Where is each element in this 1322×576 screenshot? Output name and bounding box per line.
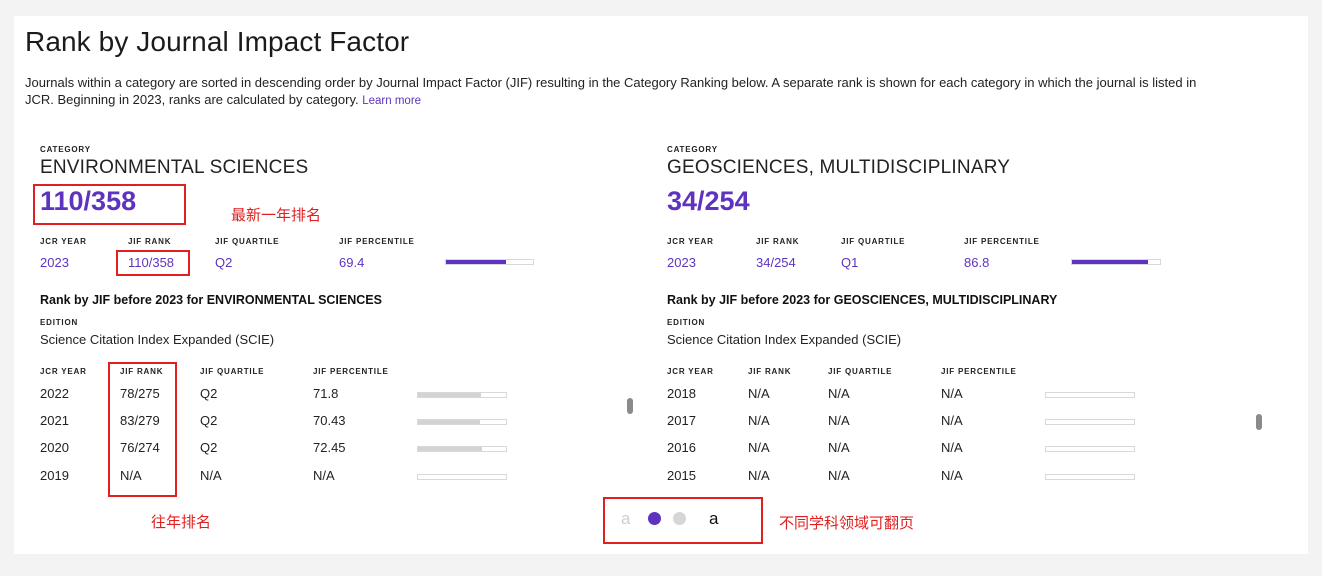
annotation-past-rank: 往年排名 <box>151 514 212 531</box>
category-name: ENVIRONMENTAL SCIENCES <box>40 157 309 178</box>
learn-more-link[interactable]: Learn more <box>362 95 421 107</box>
header-jif-quartile: JIF QUARTILE <box>828 367 893 376</box>
header-jif-percentile: JIF PERCENTILE <box>313 367 389 376</box>
history-percentile-fill <box>418 393 482 397</box>
category-label: CATEGORY <box>40 145 91 154</box>
history-cell-quartile: N/A <box>828 386 850 401</box>
history-percentile-bar <box>1045 392 1135 398</box>
header-jif-rank: JIF RANK <box>128 237 172 246</box>
history-cell-quartile: N/A <box>200 468 222 483</box>
current-percentile: 86.8 <box>964 255 990 270</box>
history-cell-year: 2018 <box>667 386 696 401</box>
page-description: Journals within a category are sorted in… <box>25 75 1197 107</box>
history-percentile-bar <box>1045 419 1135 425</box>
percentile-bar <box>1071 259 1161 265</box>
history-cell-quartile: Q2 <box>200 386 218 401</box>
history-cell-rank: N/A <box>748 413 770 428</box>
history-cell-quartile: N/A <box>828 440 850 455</box>
history-title: Rank by JIF before 2023 for GEOSCIENCES,… <box>667 293 1058 307</box>
scrollbar-thumb[interactable] <box>627 398 633 414</box>
header-jcr-year: JCR YEAR <box>40 237 87 246</box>
category-name: GEOSCIENCES, MULTIDISCIPLINARY <box>667 157 1011 178</box>
annotation-box-current-jif-rank <box>116 250 190 276</box>
history-cell-percentile: 71.8 <box>313 386 339 401</box>
page-title: Rank by Journal Impact Factor <box>25 26 410 57</box>
header-jcr-year: JCR YEAR <box>40 367 87 376</box>
header-jcr-year: JCR YEAR <box>667 367 714 376</box>
header-jif-percentile: JIF PERCENTILE <box>941 367 1017 376</box>
history-cell-quartile: N/A <box>828 468 850 483</box>
history-percentile-bar <box>417 392 507 398</box>
history-cell-year: 2019 <box>40 468 69 483</box>
history-cell-year: 2022 <box>40 386 69 401</box>
annotation-paging: 不同学科领域可翻页 <box>779 515 915 532</box>
history-cell-percentile: N/A <box>941 413 963 428</box>
annotation-box-latest-rank <box>33 184 186 225</box>
history-percentile-bar <box>417 446 507 452</box>
edition-value: Science Citation Index Expanded (SCIE) <box>40 332 275 347</box>
header-jif-rank: JIF RANK <box>756 237 800 246</box>
history-cell-percentile: 70.43 <box>313 413 346 428</box>
history-cell-percentile: N/A <box>313 468 335 483</box>
history-cell-rank: N/A <box>748 440 770 455</box>
history-cell-quartile: N/A <box>828 413 850 428</box>
history-cell-year: 2015 <box>667 468 696 483</box>
edition-label: EDITION <box>40 318 79 327</box>
history-cell-percentile: 72.45 <box>313 440 346 455</box>
history-cell-year: 2017 <box>667 413 696 428</box>
edition-label: EDITION <box>667 318 706 327</box>
history-cell-rank: N/A <box>748 468 770 483</box>
history-title: Rank by JIF before 2023 for ENVIRONMENTA… <box>40 293 382 307</box>
current-quartile: Q2 <box>215 255 233 270</box>
header-jif-quartile: JIF QUARTILE <box>841 237 906 246</box>
current-rank: 34/254 <box>756 255 796 270</box>
current-year: 2023 <box>40 255 69 270</box>
history-cell-percentile: N/A <box>941 386 963 401</box>
percentile-fill <box>1072 260 1149 264</box>
header-jcr-year: JCR YEAR <box>667 237 714 246</box>
current-percentile: 69.4 <box>339 255 365 270</box>
current-quartile: Q1 <box>841 255 859 270</box>
header-jif-quartile: JIF QUARTILE <box>200 367 265 376</box>
history-cell-percentile: N/A <box>941 468 963 483</box>
percentile-fill <box>446 260 507 264</box>
scrollbar-thumb[interactable] <box>1256 414 1262 430</box>
annotation-box-pager <box>603 497 763 544</box>
category-label: CATEGORY <box>667 145 718 154</box>
category-rank: 34/254 <box>667 186 750 216</box>
header-jif-rank: JIF RANK <box>748 367 792 376</box>
history-cell-year: 2016 <box>667 440 696 455</box>
history-percentile-bar <box>417 419 507 425</box>
header-jif-percentile: JIF PERCENTILE <box>964 237 1040 246</box>
history-cell-year: 2021 <box>40 413 69 428</box>
header-jif-quartile: JIF QUARTILE <box>215 237 280 246</box>
history-cell-quartile: Q2 <box>200 440 218 455</box>
history-cell-year: 2020 <box>40 440 69 455</box>
history-percentile-fill <box>418 420 480 424</box>
percentile-bar <box>445 259 534 265</box>
history-percentile-bar <box>1045 474 1135 480</box>
annotation-box-past-rank <box>108 362 177 497</box>
history-cell-quartile: Q2 <box>200 413 218 428</box>
history-cell-rank: N/A <box>748 386 770 401</box>
history-cell-percentile: N/A <box>941 440 963 455</box>
current-year: 2023 <box>667 255 696 270</box>
edition-value: Science Citation Index Expanded (SCIE) <box>667 332 902 347</box>
history-percentile-bar <box>417 474 507 480</box>
history-percentile-fill <box>418 447 482 451</box>
header-jif-percentile: JIF PERCENTILE <box>339 237 415 246</box>
annotation-latest-rank: 最新一年排名 <box>231 207 322 224</box>
history-percentile-bar <box>1045 446 1135 452</box>
